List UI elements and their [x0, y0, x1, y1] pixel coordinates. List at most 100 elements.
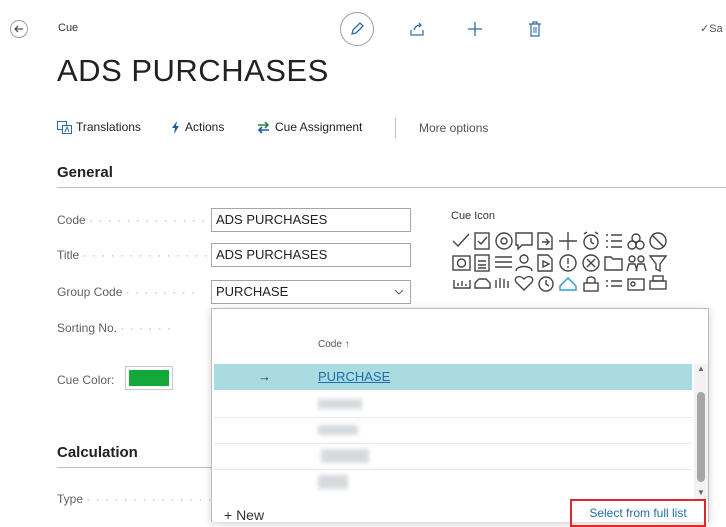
printer-icon[interactable]: [649, 275, 667, 290]
clipboard-check-icon[interactable]: [474, 232, 490, 250]
close-circle-icon[interactable]: [582, 254, 600, 272]
alarm-clock-icon[interactable]: [583, 231, 599, 250]
scroll-up-icon[interactable]: ▲: [697, 364, 705, 373]
title-label-text: Title: [57, 248, 80, 262]
code-column-label: Code ↑: [318, 339, 350, 350]
warning-circle-icon[interactable]: [559, 254, 577, 272]
more-options-action[interactable]: More options: [419, 121, 488, 135]
cue-assignment-action[interactable]: Cue Assignment: [256, 120, 362, 134]
code-label-text: Code: [57, 213, 86, 227]
actions-action[interactable]: Actions: [171, 120, 224, 134]
chart-icon[interactable]: [453, 280, 471, 289]
history-icon[interactable]: [538, 276, 554, 292]
save-status: ✓Sa: [700, 23, 723, 35]
sorting-no-label-text: Sorting No.: [57, 321, 118, 335]
home-icon[interactable]: [559, 277, 577, 291]
plus-icon[interactable]: [559, 232, 577, 250]
code-label: Code · · · · · · · · · · · · · · ·: [57, 213, 225, 227]
cue-icon-grid: [450, 230, 726, 310]
type-label: Type · · · · · · · · · · · · · ·: [57, 492, 213, 506]
cue-icon-label: Cue Icon: [451, 210, 496, 222]
lightning-icon: [172, 120, 179, 134]
team-icon[interactable]: [627, 233, 645, 250]
redacted-code: [318, 475, 348, 489]
lookup-row[interactable]: [214, 391, 692, 418]
lookup-row[interactable]: [214, 443, 692, 470]
page-title: ADS PURCHASES: [57, 53, 329, 88]
camera-icon[interactable]: [452, 255, 471, 271]
redacted-code: [318, 399, 362, 409]
translations-label: Translations: [76, 120, 141, 134]
lookup-new-button[interactable]: + New: [224, 507, 264, 523]
cue-color-field[interactable]: [125, 366, 173, 390]
plus-icon: [468, 22, 482, 36]
share-button[interactable]: [406, 18, 428, 40]
chevron-down-icon: [394, 289, 404, 295]
folder-icon[interactable]: [604, 256, 623, 271]
bullet-list-icon[interactable]: [606, 234, 622, 248]
type-label-leader: · · · · · · · · · · · · · ·: [86, 492, 213, 506]
check-icon[interactable]: [452, 233, 470, 248]
calculation-heading[interactable]: Calculation: [57, 444, 138, 461]
document-send-icon[interactable]: [537, 254, 553, 272]
group-code-label-text: Group Code: [57, 285, 123, 299]
general-rule: [57, 187, 726, 188]
lookup-scrollbar[interactable]: ▲ ▼: [694, 364, 708, 499]
heart-icon[interactable]: [514, 275, 534, 291]
delete-button[interactable]: [524, 18, 546, 40]
menu-icon[interactable]: [495, 256, 512, 268]
trash-icon: [529, 21, 541, 37]
pencil-icon: [351, 22, 364, 35]
cue-assignment-icon: [257, 120, 270, 134]
hand-icon[interactable]: [495, 278, 509, 288]
lookup-column-header[interactable]: Code ↑: [318, 339, 350, 350]
id-card-icon[interactable]: [627, 278, 645, 291]
group-code-lookup-panel: Code ↑ → PURCHASE ▲ ▼ + New Select from …: [211, 308, 709, 527]
lock-icon[interactable]: [583, 276, 599, 292]
group-code-value: PURCHASE: [216, 284, 289, 299]
redacted-code: [318, 425, 358, 435]
action-bar: Translations Actions Cue Assignment More…: [57, 118, 717, 138]
title-field[interactable]: ADS PURCHASES: [211, 243, 411, 267]
sorting-no-label-leader: · · · · · ·: [120, 321, 173, 335]
lookup-row[interactable]: [214, 417, 692, 444]
scroll-down-icon[interactable]: ▼: [697, 488, 705, 497]
type-label-text: Type: [57, 492, 84, 506]
scroll-thumb[interactable]: [697, 392, 705, 482]
filter-icon[interactable]: [648, 255, 668, 273]
sorting-no-label: Sorting No. · · · · · ·: [57, 321, 172, 335]
document-arrow-icon[interactable]: [537, 232, 553, 250]
action-divider: [395, 118, 396, 138]
select-from-full-list-button[interactable]: Select from full list: [570, 499, 706, 527]
title-label-leader: · · · · · · · · · · · · · · · ·: [82, 248, 228, 262]
edit-button[interactable]: [340, 12, 374, 46]
clipboard-list-icon[interactable]: [474, 254, 490, 272]
row-arrow-icon: →: [258, 369, 271, 384]
code-label-leader: · · · · · · · · · · · · · · ·: [89, 213, 225, 227]
cue-color-label: Cue Color:: [57, 373, 115, 387]
general-heading[interactable]: General: [57, 164, 113, 181]
comment-icon[interactable]: [515, 232, 533, 251]
car-icon[interactable]: [474, 278, 491, 289]
redacted-code: [321, 449, 369, 463]
lookup-row-selected[interactable]: → PURCHASE: [214, 364, 692, 390]
code-field[interactable]: ADS PURCHASES: [211, 208, 411, 232]
title-label: Title · · · · · · · · · · · · · · · ·: [57, 248, 228, 262]
selected-row-code[interactable]: PURCHASE: [318, 369, 390, 384]
lookup-row[interactable]: [214, 469, 692, 495]
checklist-icon[interactable]: [606, 280, 622, 287]
at-sign-icon[interactable]: [495, 232, 513, 250]
actions-label: Actions: [185, 120, 225, 134]
back-button[interactable]: [8, 18, 30, 40]
cue-color-swatch: [129, 370, 169, 386]
person-icon[interactable]: [515, 254, 533, 272]
people-icon[interactable]: [626, 255, 647, 272]
group-code-select[interactable]: PURCHASE: [211, 280, 411, 304]
translations-icon: [57, 120, 72, 134]
new-button[interactable]: [464, 18, 486, 40]
calculation-rule: [57, 467, 212, 468]
translations-action[interactable]: Translations: [57, 120, 141, 134]
select-from-full-list-label: Select from full list: [589, 506, 687, 520]
group-code-label-leader: · · · · · · · ·: [125, 285, 197, 299]
blocked-icon[interactable]: [649, 232, 667, 250]
